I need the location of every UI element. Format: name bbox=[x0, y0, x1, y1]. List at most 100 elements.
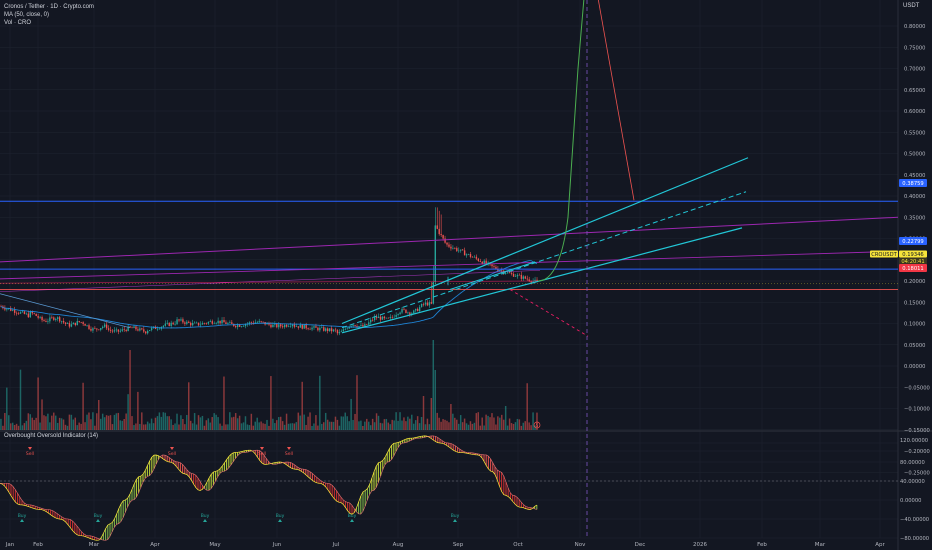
buy-signal-arrow bbox=[453, 519, 457, 522]
volume-bar bbox=[385, 418, 388, 430]
candle-body bbox=[19, 312, 22, 314]
volume-bar bbox=[43, 415, 45, 430]
volume-bar bbox=[424, 424, 427, 430]
date-tick-label: Nov bbox=[575, 542, 586, 548]
candle-body bbox=[426, 302, 429, 306]
volume-bar bbox=[397, 420, 399, 430]
candle-body bbox=[520, 274, 523, 279]
volume-bar bbox=[483, 425, 485, 430]
volume-bar bbox=[80, 423, 82, 430]
candle-body bbox=[442, 235, 444, 239]
candle-body bbox=[158, 328, 161, 330]
candle-body bbox=[287, 326, 290, 327]
candle-body bbox=[301, 324, 303, 329]
candle-body bbox=[100, 328, 102, 330]
volume-bar bbox=[150, 418, 153, 430]
candle-body bbox=[23, 311, 26, 314]
candle-body bbox=[78, 321, 80, 323]
volume-bar bbox=[96, 413, 98, 430]
candle-body bbox=[338, 332, 341, 334]
candle-body bbox=[508, 272, 511, 274]
volume-bar bbox=[129, 350, 131, 430]
volume-bar bbox=[524, 421, 526, 430]
candle-body bbox=[17, 313, 20, 314]
volume-bar bbox=[107, 415, 110, 430]
volume-bar bbox=[174, 423, 176, 430]
candle-body bbox=[465, 254, 468, 256]
volume-bar bbox=[362, 425, 364, 430]
volume-bar bbox=[94, 425, 96, 430]
volume-bar bbox=[178, 424, 180, 430]
volume-bar bbox=[328, 421, 331, 430]
volume-bar bbox=[60, 418, 63, 430]
candle-body bbox=[13, 310, 16, 313]
volume-bar bbox=[342, 416, 345, 430]
candle-body bbox=[90, 328, 92, 331]
volume-bar bbox=[92, 412, 94, 430]
candle-body bbox=[168, 322, 170, 327]
candle-body bbox=[485, 260, 487, 264]
candle-body bbox=[236, 325, 239, 328]
volume-bar bbox=[411, 414, 413, 430]
volume-bar bbox=[53, 412, 55, 430]
candle-body bbox=[37, 316, 39, 318]
axes: 0.80000 0.75000 0.70000 0.65000 0.60000 0.550… bbox=[5, 24, 930, 548]
date-tick-label: Feb bbox=[33, 542, 43, 548]
date-tick-label: Feb bbox=[757, 542, 767, 548]
chart-canvas[interactable]: Sell Sell Sell Sell Buy Buy Buy Buy Buy Buy 0.800… bbox=[0, 0, 932, 550]
price-badge-text: 0.18011 bbox=[902, 266, 923, 272]
price-tick-label: 0.40000 bbox=[904, 194, 925, 200]
candle-body bbox=[270, 324, 272, 328]
volume-bar bbox=[139, 423, 141, 430]
candle-body bbox=[260, 321, 262, 322]
volume-bar bbox=[463, 418, 466, 430]
volume-bar bbox=[369, 425, 372, 430]
candle-body bbox=[371, 319, 374, 321]
sell-signal-arrow bbox=[28, 447, 32, 450]
volume-bar bbox=[270, 376, 272, 430]
volume-bar bbox=[197, 415, 200, 430]
price-tick-label: 0.00000 bbox=[904, 364, 925, 370]
volume-bar bbox=[422, 396, 425, 430]
candle-body bbox=[366, 324, 368, 325]
volume-bar bbox=[354, 413, 356, 430]
volume-bar bbox=[47, 413, 49, 430]
volume-bar bbox=[223, 376, 225, 430]
pink-trend-line bbox=[0, 280, 541, 284]
volume-bar bbox=[76, 425, 78, 430]
volume-bar bbox=[148, 423, 151, 430]
volume-bar bbox=[115, 413, 118, 430]
sell-signal-arrow bbox=[260, 447, 264, 450]
volume-bar bbox=[78, 422, 80, 430]
volume-bar bbox=[323, 422, 325, 430]
date-tick-label: Mar bbox=[89, 542, 100, 548]
price-tick-label: 0.05000 bbox=[904, 343, 925, 349]
volume-bar bbox=[332, 421, 335, 430]
volume-bar bbox=[199, 417, 202, 430]
volume-bar bbox=[236, 418, 239, 430]
candle-body bbox=[479, 260, 481, 262]
candle-body bbox=[328, 328, 331, 332]
candle-body bbox=[293, 324, 296, 327]
candle-body bbox=[197, 322, 200, 326]
volume-bar bbox=[264, 423, 266, 430]
volume-bar bbox=[209, 422, 211, 430]
candle-body bbox=[506, 272, 509, 274]
candle-body bbox=[295, 326, 298, 327]
candle-body bbox=[131, 327, 133, 329]
candle-body bbox=[82, 322, 84, 325]
candle-body bbox=[143, 329, 145, 332]
price-candles bbox=[0, 207, 538, 336]
currency-label[interactable]: USDT bbox=[903, 3, 919, 9]
candle-body bbox=[323, 327, 325, 331]
candle-body bbox=[105, 324, 108, 329]
candle-body bbox=[297, 326, 300, 328]
volume-bar bbox=[262, 423, 264, 430]
volume-bar bbox=[15, 423, 18, 430]
volume-bar bbox=[348, 421, 350, 430]
volume-bar bbox=[401, 420, 403, 430]
volume-bar bbox=[146, 421, 149, 430]
volume-bar bbox=[125, 413, 127, 430]
volume-bar bbox=[295, 422, 298, 430]
candle-body bbox=[450, 246, 452, 249]
